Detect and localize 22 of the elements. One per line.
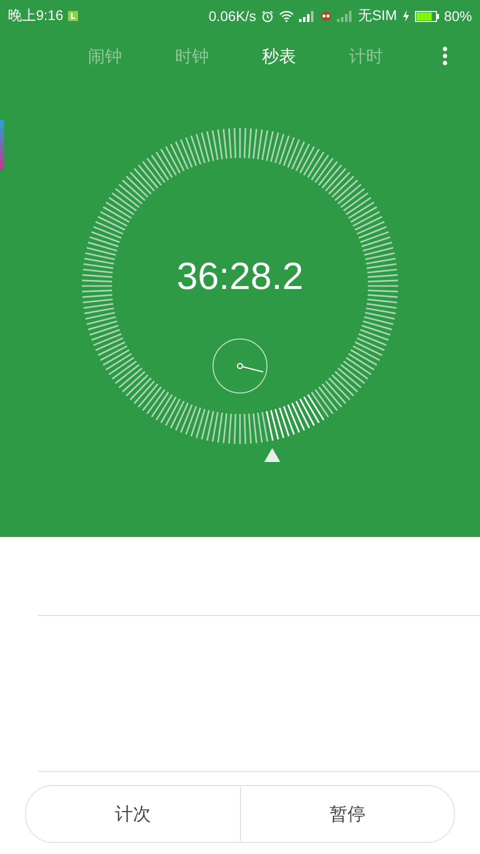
network-speed: 0.06K/s [208, 8, 256, 24]
alarm-icon [261, 10, 274, 22]
tab[interactable]: 时钟 [175, 44, 209, 68]
battery-icon [414, 10, 439, 22]
more-icon[interactable] [442, 46, 448, 66]
signal-icon [299, 10, 316, 22]
tab[interactable]: 闹钟 [88, 44, 122, 68]
app-notification-icon [68, 11, 78, 21]
battery-percent: 80% [444, 8, 472, 24]
charging-icon [402, 10, 410, 22]
signal-icon [337, 10, 354, 22]
tab[interactable]: 计时 [349, 44, 383, 68]
wifi-icon [279, 10, 294, 22]
elapsed-time: 36:28.2 [176, 256, 304, 299]
lap-button[interactable]: 计次 [26, 786, 240, 842]
pause-button[interactable]: 暂停 [240, 786, 454, 842]
progress-marker-icon [264, 448, 280, 462]
subdial-drawing [212, 338, 268, 394]
status-time: 晚上9:16 [8, 7, 64, 25]
edge-handle[interactable] [0, 120, 4, 170]
tab[interactable]: 秒表 [262, 44, 296, 68]
sim-status: 无SIM [358, 7, 397, 25]
